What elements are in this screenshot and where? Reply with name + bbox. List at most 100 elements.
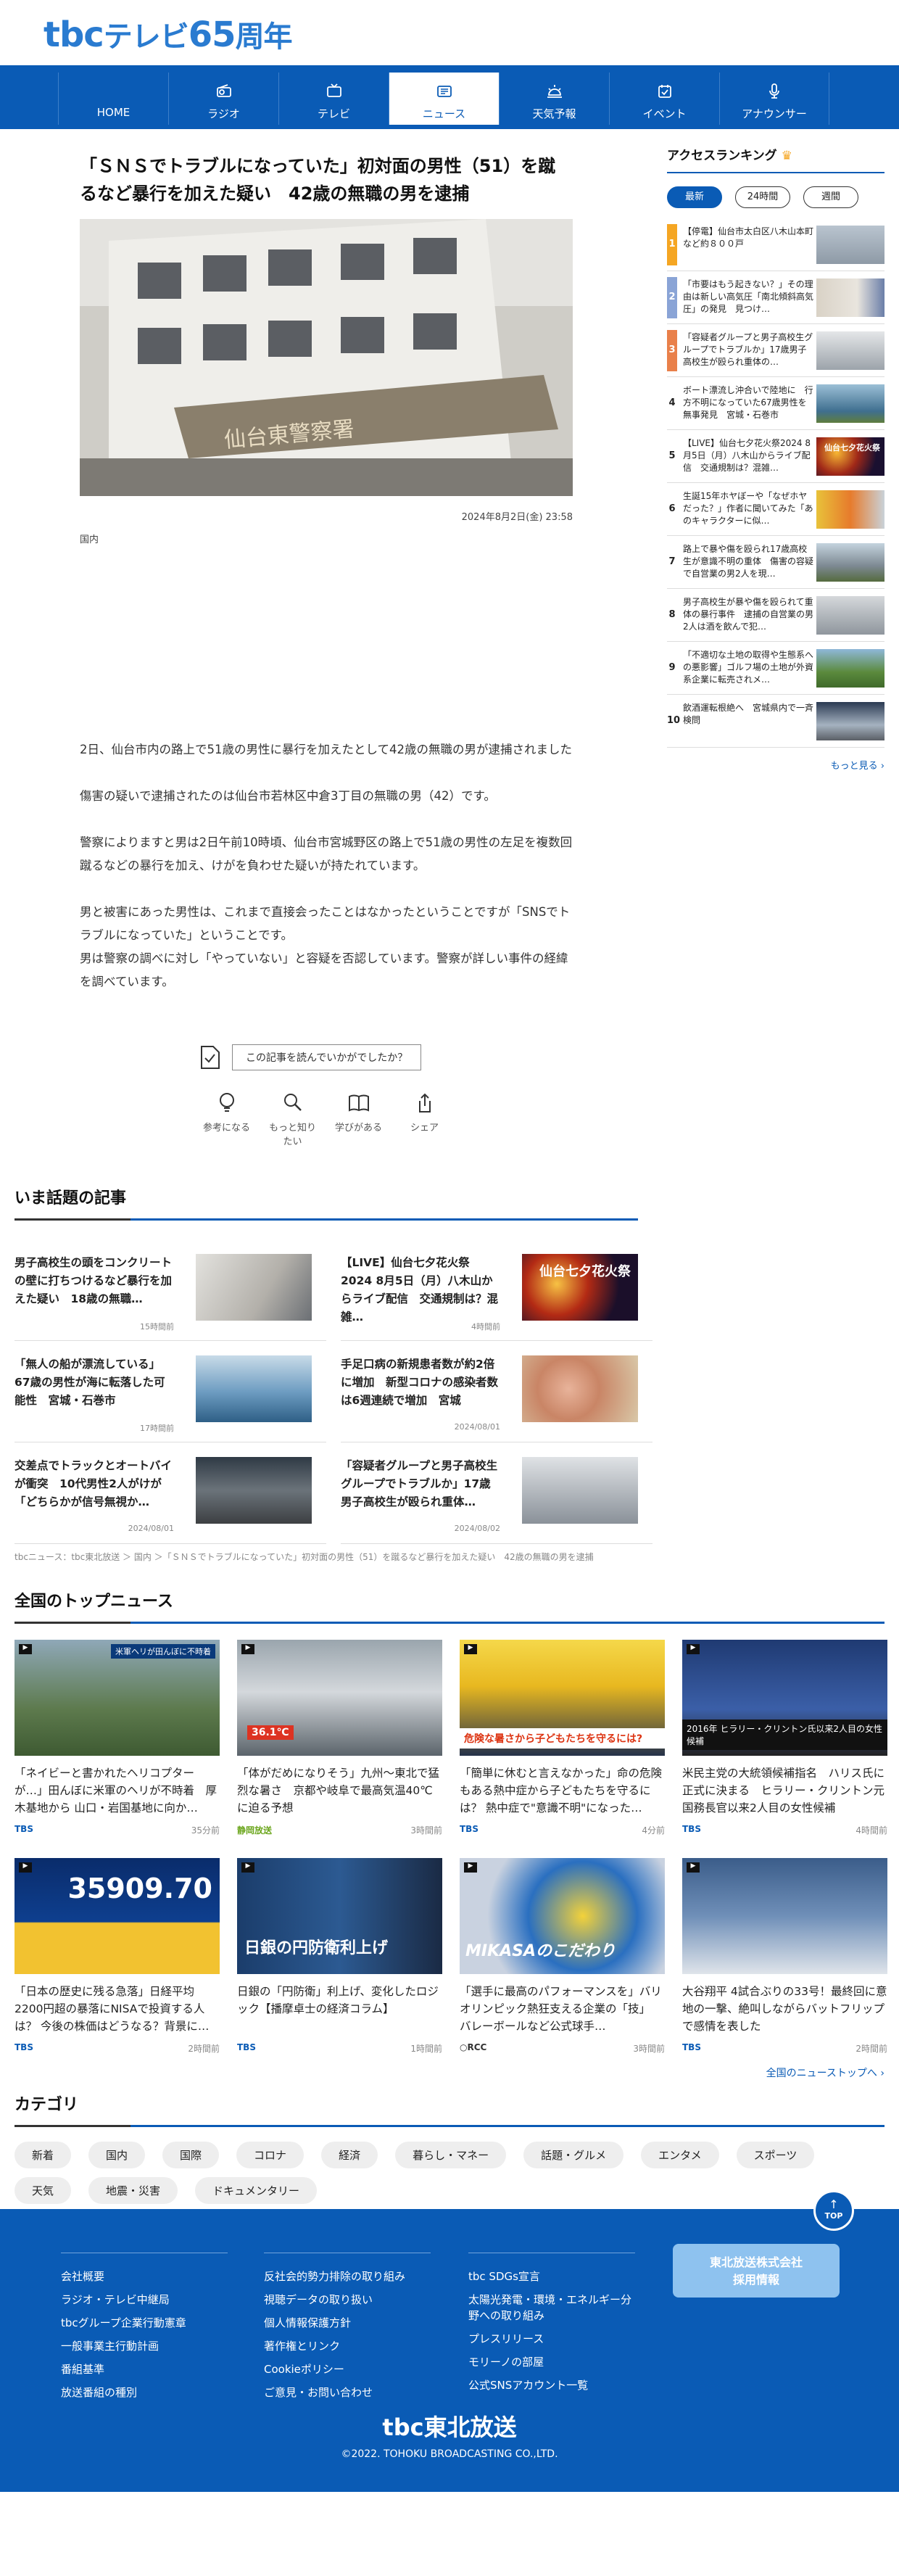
nav-tv[interactable]: テレビ — [278, 73, 389, 125]
footer-link[interactable]: プレスリリース — [468, 2327, 635, 2350]
trending-card-age: 2024/08/01 — [128, 1524, 174, 1533]
trending-card[interactable]: 【LIVE】仙台七夕花火祭2024 8月5日（月）八木山からライブ配信 交通規制… — [341, 1239, 652, 1341]
footer-link[interactable]: 番組基準 — [61, 2358, 228, 2381]
footer-link[interactable]: 公式SNSアカウント一覧 — [468, 2374, 635, 2397]
news-title: 「日本の歴史に残る急落」日経平均2200円超の暴落にNISAで投資する人は？ 今… — [14, 1985, 210, 2033]
recruit-button[interactable]: 東北放送株式会社 採用情報 — [673, 2244, 840, 2298]
news-card[interactable]: 危険な暑さから子どもたちを守るには? ▶ 「簡単に休むと言えなかった」命の危険もある… — [460, 1640, 665, 1836]
video-icon: ▶ — [241, 1862, 254, 1873]
trending-card[interactable]: 交差点でトラックとオートバイが衝突 10代男性2人がけが「どちらかが信号無視か…… — [14, 1442, 326, 1544]
reaction-want-more[interactable]: もっと知りたい — [265, 1092, 320, 1147]
nav-label: ニュース — [422, 107, 466, 120]
footer-link[interactable]: 放送番組の種別 — [61, 2381, 228, 2404]
reaction-share[interactable]: シェア — [397, 1092, 452, 1147]
ranking-item[interactable]: 2 「市要はもう起きない？」その理由は新しい高気圧「南北傾斜高気圧」の発見 見つけ… — [667, 271, 884, 324]
trending-card[interactable]: 男子高校生の頭をコンクリートの壁に打ちつけるなど暴行を加えた疑い 18歳の無職…… — [14, 1239, 326, 1341]
news-card[interactable]: 36.1℃ ▶ 「体がだめになりそう」九州〜東北で猛烈な暑さ 京都や岐阜で最高気温4… — [237, 1640, 442, 1836]
news-card[interactable]: 35909.70 ▶ 「日本の歴史に残る急落」日経平均2200円超の暴落にNISAで… — [14, 1858, 220, 2055]
weather-icon — [547, 85, 562, 98]
ranking-item[interactable]: 7 路上で暴や傷を殴られ17歳高校生が意識不明の重体 傷害の容疑で自営業の男2人を… — [667, 536, 884, 589]
trending-card[interactable]: 手足口病の新規患者数が約2倍に増加 新型コロナの感染者数は6週連続で増加 宮城 2… — [341, 1341, 652, 1442]
reaction-label: 参考になる — [202, 1123, 250, 1134]
news-card[interactable]: MIKASAのこだわり ▶ 「選手に最高のパフォーマンスを」バリオリンピック熱狂支え… — [460, 1858, 665, 2055]
rank-title: 【LIVE】仙台七夕花火祭2024 8月5日（月）八木山からライブ配信 交通規制… — [683, 438, 811, 473]
ranking-item[interactable]: 5 【LIVE】仙台七夕花火祭2024 8月5日（月）八木山からライブ配信 交通規… — [667, 430, 884, 483]
tab-latest[interactable]: 最新 — [667, 186, 722, 208]
footer-link[interactable]: 反社会的勢力排除の取り組み — [264, 2265, 431, 2288]
trending-card[interactable]: 「容疑者グループと男子高校生グループでトラブルか」17歳男子高校生が殴られ重体…… — [341, 1442, 652, 1544]
article-title: 「ＳＮＳでトラブルになっていた」初対面の男性（51）を蹴るなど暴行を加えた疑い … — [80, 156, 556, 204]
ranking-item[interactable]: 10 飲酒運転根絶へ 宮城県内で一斉検問 — [667, 695, 884, 748]
nav-announcer[interactable]: アナウンサー — [719, 73, 829, 125]
category-chip[interactable]: 天気 — [14, 2177, 72, 2204]
nav-news[interactable]: ニュース — [389, 73, 499, 125]
ranking-item[interactable]: 1 【停電】仙台市太白区八木山本町など約８００戸 — [667, 218, 884, 271]
news-source: 静岡放送 — [237, 1825, 273, 1836]
category-chip[interactable]: 新着 — [14, 2142, 72, 2168]
category-chip[interactable]: 地震・災害 — [88, 2177, 178, 2204]
tbc-footer-logo[interactable]: tbc東北放送 — [0, 2409, 899, 2443]
document-icon — [201, 1046, 220, 1069]
news-age: 3時間前 — [410, 1825, 442, 1836]
category-chip[interactable]: 経済 — [321, 2142, 378, 2168]
feedback-box: この記事を読んでいかがでしたか？ 参考になる もっと知りたい 学びがある シェア — [199, 1044, 452, 1147]
trending-card[interactable]: 「無人の船が漂流している」67歳の男性が海に転落した可能性 宮城・石巻市 17時間… — [14, 1341, 326, 1442]
footer-link[interactable]: ご意見・お問い合わせ — [264, 2381, 431, 2404]
news-card[interactable]: ▶ 大谷翔平 4試合ぶりの33号！最終回に意地の一撃、絶叫しながらバットフリップで… — [682, 1858, 887, 2055]
footer-link[interactable]: 個人情報保護方針 — [264, 2311, 431, 2334]
breadcrumb[interactable]: tbcニュース：tbc東北放送 ＞ 国内 ＞「ＳＮＳでトラブルになっていた」初対… — [14, 1551, 594, 1563]
category-chip[interactable]: 話題・グルメ — [523, 2142, 624, 2168]
footer-link[interactable]: 著作権とリンク — [264, 2334, 431, 2358]
news-thumb-caption: 36.1℃ — [247, 1725, 294, 1740]
ranking-item[interactable]: 3 「容疑者グループと男子高校生グループでトラブルか」17歳男子高校生が殴られ重体… — [667, 324, 884, 377]
rank-title: 「容疑者グループと男子高校生グループでトラブルか」17歳男子高校生が殴られ重体の… — [683, 332, 813, 367]
category-chip[interactable]: コロナ — [236, 2142, 304, 2168]
news-card[interactable]: 日銀の円防衛利上げ ▶ 日銀の「円防衛」利上げ、変化したロジック【播摩卓士の経済コラ… — [237, 1858, 442, 2055]
article-category[interactable]: 国内 — [80, 532, 573, 545]
tbc-65th-logo[interactable]: tbcテレビ65周年 — [44, 13, 293, 55]
ranking-item[interactable]: 9 「不適切な土地の取得や生態系への悪影響」ゴルフ場の土地が外資系企業に転売されメ… — [667, 642, 884, 695]
footer-link[interactable]: 一般事業主行動計画 — [61, 2334, 228, 2358]
rank-thumbnail — [816, 649, 884, 688]
category-chip[interactable]: スポーツ — [736, 2142, 815, 2168]
video-icon: ▶ — [687, 1862, 700, 1873]
category-chip[interactable]: エンタメ — [641, 2142, 719, 2168]
lightbulb-icon — [219, 1093, 234, 1112]
rank-number: 1 — [667, 224, 677, 265]
category-chip[interactable]: 国際 — [162, 2142, 220, 2168]
category-chip[interactable]: 暮らし・マネー — [395, 2142, 507, 2168]
rank-thumbnail — [816, 331, 884, 370]
reaction-learned[interactable]: 学びがある — [331, 1092, 386, 1147]
ranking-item[interactable]: 8 男子高校生が暴や傷を殴られて重体の暴行事件 逮捕の自営業の男2人は酒を飲んで犯… — [667, 589, 884, 642]
topnews-title: 全国のトップニュース — [14, 1588, 884, 1624]
footer-link[interactable]: モリーノの部屋 — [468, 2350, 635, 2374]
nav-radio[interactable]: ラジオ — [168, 73, 278, 125]
circle-icon: ○ — [460, 2042, 468, 2052]
tab-24h[interactable]: 24時間 — [735, 186, 790, 208]
reaction-helpful[interactable]: 参考になる — [199, 1092, 254, 1147]
footer-link[interactable]: ラジオ・テレビ中継局 — [61, 2288, 228, 2311]
article-hero-image[interactable]: 仙台東警察署 — [80, 219, 573, 496]
tab-weekly[interactable]: 週間 — [803, 186, 858, 208]
footer-link[interactable]: 会社概要 — [61, 2265, 228, 2288]
ranking-item[interactable]: 6 生誕15年ホヤぼーや「なぜホヤだった？」作者に聞いてみた「あのキャラクターに似… — [667, 483, 884, 536]
category-chip[interactable]: ドキュメンタリー — [195, 2177, 318, 2204]
nav-weather[interactable]: 天気予報 — [499, 73, 609, 125]
ranking-more-link[interactable]: もっと見る › — [667, 758, 884, 772]
topnews-more-link[interactable]: 全国のニューストップへ › — [766, 2065, 884, 2080]
news-card[interactable]: 2016年 ヒラリー・クリントン氏以来2人目の女性候補 ▶ 米民主党の大統領候補指名… — [682, 1640, 887, 1836]
ranking-item[interactable]: 4 ボート漂流し沖合いで陸地に 行方不明になっていた67歳男性を無事発見 宮城・石… — [667, 377, 884, 430]
footer-link[interactable]: tbcグループ企業行動憲章 — [61, 2311, 228, 2334]
back-to-top-button[interactable]: ↑ TOP — [813, 2190, 854, 2231]
footer-link[interactable]: 太陽光発電・環境・エネルギー分野への取り組み — [468, 2288, 635, 2327]
nav-event[interactable]: イベント — [609, 73, 719, 125]
top-label: TOP — [824, 2211, 843, 2221]
main-nav: HOME ラジオ テレビ ニュース 天気予報 イベント アナウンサー — [0, 65, 899, 129]
news-source: TBS — [682, 2042, 701, 2052]
footer-link[interactable]: tbc SDGs宣言 — [468, 2265, 635, 2288]
nav-home[interactable]: HOME — [58, 73, 168, 125]
news-card[interactable]: 米軍ヘリが田んぼに不時着 ▶ 「ネイビーと書かれたヘリコプターが…」田んぼに米軍のヘ… — [14, 1640, 220, 1836]
footer-link[interactable]: 視聴データの取り扱い — [264, 2288, 431, 2311]
footer-link[interactable]: Cookieポリシー — [264, 2358, 431, 2381]
category-chip[interactable]: 国内 — [88, 2142, 146, 2168]
